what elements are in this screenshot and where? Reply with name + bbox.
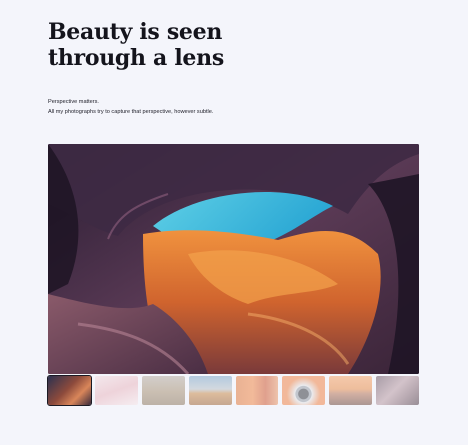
thumbnail-rock[interactable] [376, 376, 419, 405]
page-subtitle: Perspective matters. All my photographs … [48, 97, 308, 117]
thumbnail-strip [47, 375, 419, 406]
thumbnail-camera-lens[interactable] [282, 376, 326, 405]
thumbnail-sand[interactable] [141, 376, 185, 405]
canyon-photo-image [48, 144, 419, 374]
page-title: Beauty is seen through a lens [48, 19, 224, 71]
thumbnail-sunset[interactable] [329, 376, 373, 405]
subtitle-line: All my photographs try to capture that p… [48, 109, 214, 115]
subtitle-line: Perspective matters. [48, 99, 99, 105]
thumbnail-pink-fabric[interactable] [94, 376, 138, 405]
thumbnail-orange-corridor[interactable] [235, 376, 279, 405]
hero-photo [48, 144, 419, 374]
thumbnail-canyon[interactable] [47, 375, 92, 406]
thumbnail-desert[interactable] [188, 376, 232, 405]
